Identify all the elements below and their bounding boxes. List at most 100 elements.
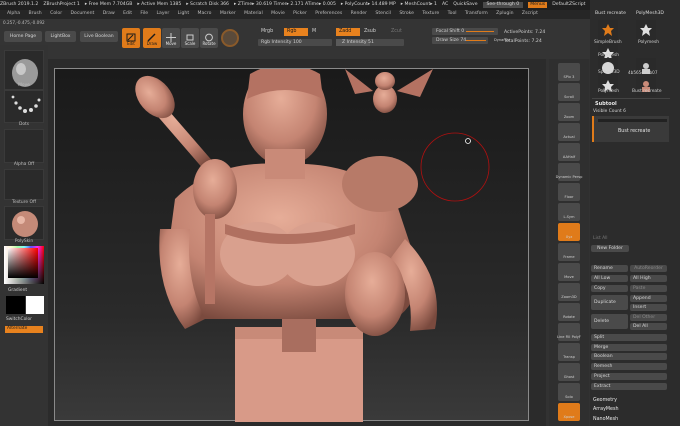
menu-macro[interactable]: Macro	[198, 12, 212, 17]
view-xyz-button[interactable]: Xyz	[558, 223, 580, 241]
paste-button[interactable]: Paste	[630, 285, 667, 292]
menu-zscript[interactable]: Zscript	[522, 12, 538, 17]
view-move-button[interactable]: Move	[558, 263, 580, 281]
mrgb-toggle[interactable]: Mrgb	[261, 29, 273, 35]
titlebar-item[interactable]: QuickSave	[453, 2, 477, 8]
menu-material[interactable]: Material	[244, 12, 263, 17]
view-dynamic-persp-button[interactable]: Dynamic Persp	[556, 163, 582, 181]
menu-tool[interactable]: Tool	[448, 12, 457, 17]
view-transp-button[interactable]: Transp	[558, 343, 580, 361]
texture-thumbnail[interactable]	[4, 169, 44, 200]
zsub-toggle[interactable]: Zsub	[364, 29, 376, 35]
titlebar-item[interactable]: See-through 0	[482, 1, 524, 9]
menu-file[interactable]: File	[140, 12, 148, 17]
view-zoom3d-button[interactable]: Zoom3D	[558, 283, 580, 301]
menu-movie[interactable]: Movie	[271, 12, 285, 17]
view-rotate-button[interactable]: Rotate	[558, 303, 580, 321]
titlebar-item[interactable]: Menus	[528, 1, 548, 9]
draw-button[interactable]: Draw	[143, 28, 161, 48]
menu-light[interactable]: Light	[178, 12, 189, 17]
append-button[interactable]: Append	[630, 295, 667, 302]
menu-color[interactable]: Color	[50, 12, 62, 17]
edit-button[interactable]: Edit	[122, 28, 140, 48]
rename-button[interactable]: Rename	[591, 265, 628, 272]
secondary-color-swatch[interactable]	[26, 296, 44, 314]
menu-preferences[interactable]: Preferences	[315, 12, 342, 17]
merge-button[interactable]: Merge	[591, 344, 667, 351]
boolean-button[interactable]: Boolean	[591, 353, 667, 360]
rgb-intensity-slider[interactable]: Rgb Intensity 100	[258, 39, 332, 46]
menu-stroke[interactable]: Stroke	[399, 12, 414, 17]
del-other-button[interactable]: Del Other	[630, 314, 667, 321]
view-floor-button[interactable]: Floor	[558, 183, 580, 201]
extract-button[interactable]: Extract	[591, 383, 667, 390]
del-all-button[interactable]: Del All	[630, 323, 667, 330]
live-boolean-button[interactable]: Live Boolean	[80, 31, 118, 42]
menu-texture[interactable]: Texture	[422, 12, 439, 17]
primary-color-swatch[interactable]	[6, 296, 25, 314]
simplebrush-thumb[interactable]	[598, 20, 618, 40]
menu-transform[interactable]: Transform	[465, 12, 488, 17]
menu-alpha[interactable]: Alpha	[7, 12, 20, 17]
view-l-sym-button[interactable]: L.Sym	[558, 203, 580, 221]
delete-button[interactable]: Delete	[591, 314, 628, 329]
material-thumbnail[interactable]	[4, 206, 44, 240]
menu-marker[interactable]: Marker	[220, 12, 236, 17]
rgb-toggle[interactable]: Rgb	[284, 28, 308, 36]
zadd-toggle[interactable]: Zadd	[336, 28, 360, 36]
view-line-fill-polyf-button[interactable]: Line Fill PolyF	[557, 323, 581, 341]
view-aahalf-button[interactable]: AAHalf	[558, 143, 580, 161]
menu-layer[interactable]: Layer	[156, 12, 169, 17]
alternate-button[interactable]: Alternate	[5, 326, 43, 333]
menu-draw[interactable]: Draw	[103, 12, 115, 17]
menu-document[interactable]: Document	[71, 12, 95, 17]
copy-button[interactable]: Copy	[591, 285, 628, 292]
menu-render[interactable]: Render	[351, 12, 367, 17]
view-spix-3-button[interactable]: SPix 3	[558, 63, 580, 81]
view-actual-button[interactable]: Actual	[558, 123, 580, 141]
draw-size-slider[interactable]: Draw Size 74	[432, 37, 488, 44]
view-ghost-button[interactable]: Ghost	[558, 363, 580, 381]
split-button[interactable]: Split	[591, 334, 667, 341]
stroke-thumbnail[interactable]	[4, 90, 44, 123]
titlebar-item[interactable]: DefaultZScript	[552, 2, 585, 8]
autoreorder-button[interactable]: AutoReorder	[630, 265, 667, 272]
material-sphere-icon[interactable]	[221, 29, 239, 47]
menu-stencil[interactable]: Stencil	[375, 12, 391, 17]
remesh-button[interactable]: Remesh	[591, 363, 667, 370]
subtool-item[interactable]: Bust recreate	[592, 116, 669, 142]
menu-edit[interactable]: Edit	[123, 12, 132, 17]
menu-picker[interactable]: Picker	[293, 12, 307, 17]
nanomesh-section[interactable]: NanoMesh	[593, 417, 618, 423]
view-scroll-button[interactable]: Scroll	[558, 83, 580, 101]
m-toggle[interactable]: M	[312, 29, 316, 35]
geometry-section[interactable]: Geometry	[593, 398, 617, 404]
project-button[interactable]: Project	[591, 373, 667, 380]
lightbox-button[interactable]: LightBox	[45, 31, 76, 42]
all-low-button[interactable]: All Low	[591, 275, 628, 282]
list-all-button[interactable]: List All	[593, 236, 608, 241]
zcut-toggle[interactable]: Zcut	[391, 29, 402, 35]
z-intensity-slider[interactable]: Z Intensity 51	[336, 39, 404, 46]
view-solo-button[interactable]: Solo	[558, 383, 580, 401]
arraymesh-section[interactable]: ArrayMesh	[593, 407, 619, 413]
insert-button[interactable]: Insert	[630, 304, 667, 311]
focal-shift-slider[interactable]: Focal Shift 0	[432, 28, 498, 35]
all-high-button[interactable]: All High	[630, 275, 667, 282]
view-zoom-button[interactable]: Zoom	[558, 103, 580, 121]
home-page-button[interactable]: Home Page	[4, 31, 42, 42]
alpha-thumbnail[interactable]	[4, 129, 44, 163]
duplicate-button[interactable]: Duplicate	[591, 295, 628, 310]
new-folder-button[interactable]: New Folder	[591, 245, 629, 252]
switchcolor-button[interactable]: SwitchColor	[6, 317, 32, 322]
scale-button[interactable]: Scale	[181, 28, 199, 48]
viewport-canvas[interactable]	[54, 62, 529, 422]
rotate-button[interactable]: Rotate	[200, 28, 218, 48]
polymesh-thumb-1[interactable]	[636, 20, 656, 40]
menu-brush[interactable]: Brush	[28, 12, 41, 17]
subtool-title[interactable]: Subtool	[595, 102, 617, 107]
view-xpose-button[interactable]: Xpose	[558, 403, 580, 421]
color-picker[interactable]	[4, 246, 44, 284]
menu-zplugin[interactable]: Zplugin	[496, 12, 513, 17]
view-frame-button[interactable]: Frame	[558, 243, 580, 261]
